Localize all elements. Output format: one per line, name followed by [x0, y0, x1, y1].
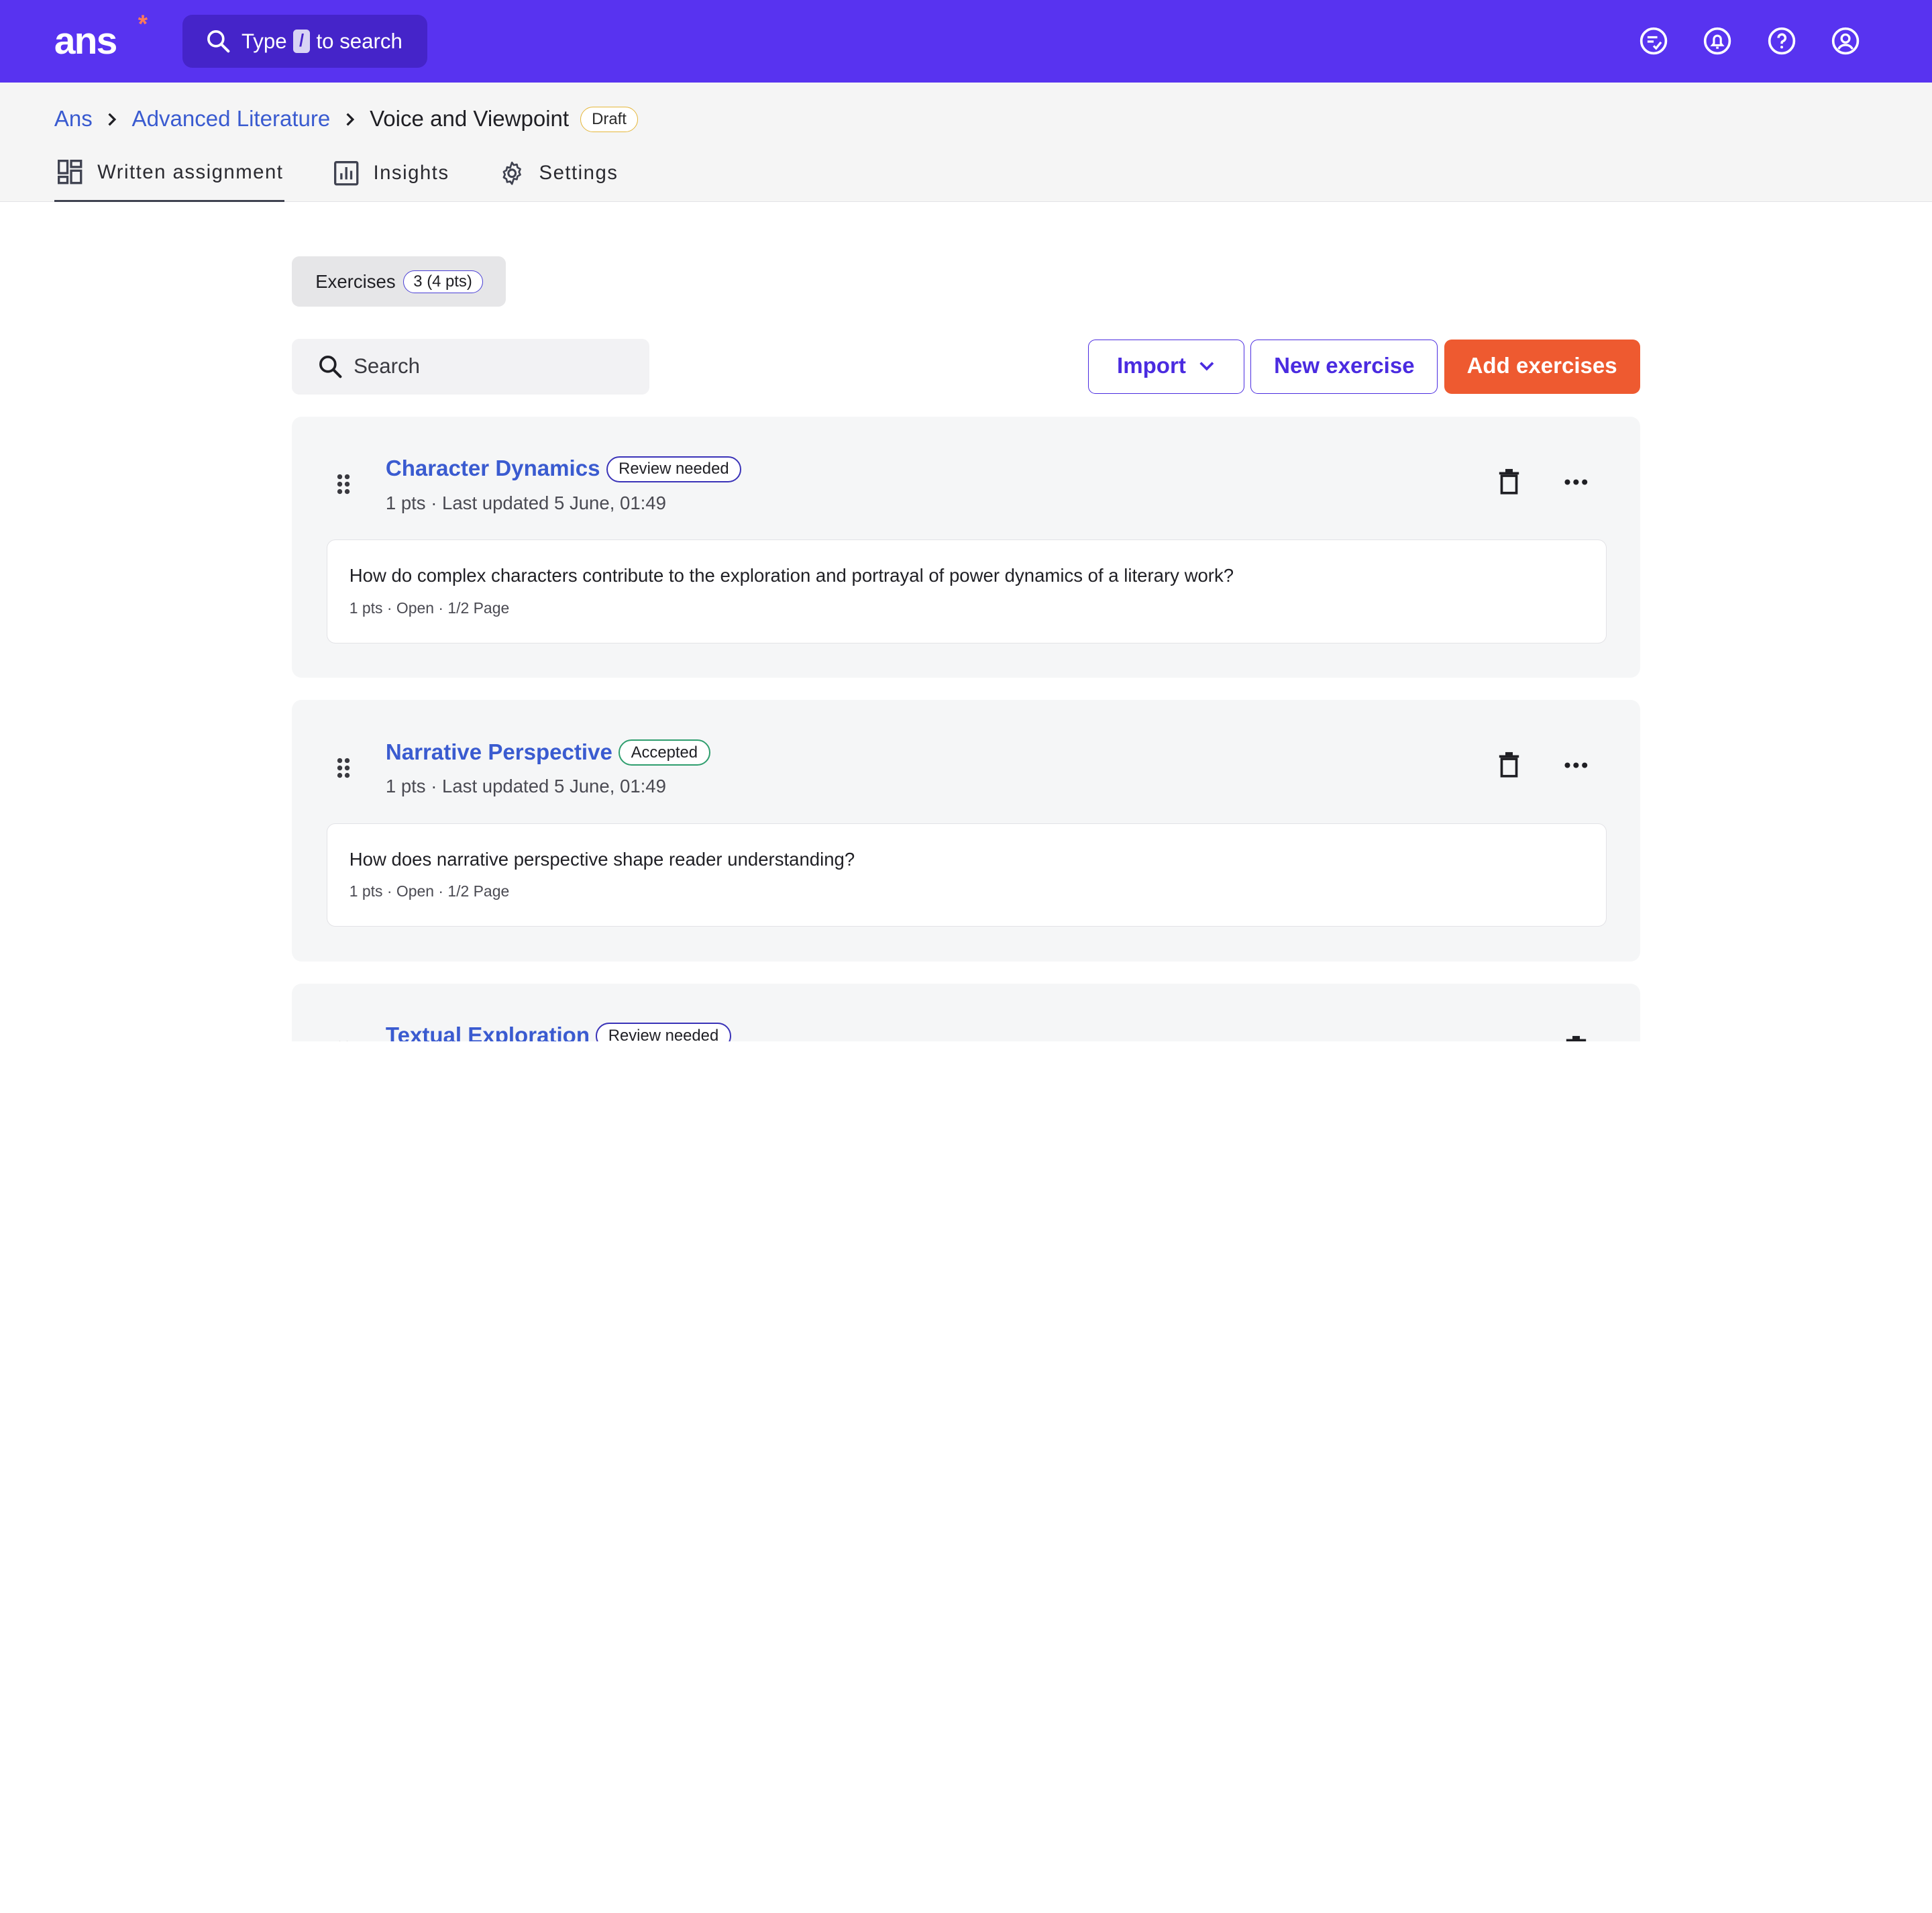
sub-header: Ans Advanced Literature Voice and Viewpo…	[0, 83, 1932, 202]
question-text: How do complex characters contribute to …	[350, 565, 1584, 586]
top-bar: ans* Type / to search	[0, 0, 1932, 83]
trash-icon[interactable]	[1496, 752, 1523, 778]
search-input[interactable]	[354, 354, 625, 378]
exercise-title-block: Textual Exploration Review needed	[386, 1023, 731, 1041]
tab-insights[interactable]: Insights	[330, 156, 450, 202]
search-icon	[205, 28, 231, 54]
chevron-down-icon	[1198, 360, 1216, 372]
question-item[interactable]: How does narrative perspective shape rea…	[327, 823, 1607, 927]
exercise-title[interactable]: Textual Exploration	[386, 1023, 590, 1041]
search-suffix: to search	[316, 30, 402, 54]
tab-label: Insights	[373, 162, 449, 185]
exercise-actions	[1496, 468, 1590, 495]
exercise-title-block: Narrative Perspective Accepted 1 pts · L…	[386, 739, 710, 797]
chevron-right-icon	[344, 112, 356, 127]
tasks-icon[interactable]	[1639, 26, 1668, 56]
drag-handle-icon[interactable]	[336, 473, 361, 501]
status-badge: Accepted	[619, 739, 710, 766]
tab-label: Settings	[539, 162, 619, 185]
status-badge: Draft	[580, 107, 639, 132]
exercises-chip-label: Exercises	[315, 271, 395, 293]
dashboard-icon	[56, 158, 83, 185]
action-buttons: Import New exercise Add exercises	[1088, 340, 1640, 394]
ans-logo[interactable]: ans*	[54, 22, 153, 60]
drag-handle-icon[interactable]	[336, 757, 361, 784]
exercise-title[interactable]: Narrative Perspective	[386, 740, 612, 766]
main-content: Exercises 3 (4 pts) Import New exercise …	[292, 256, 1640, 1041]
gear-icon	[498, 160, 525, 187]
tab-written-assignment[interactable]: Written assignment	[54, 156, 284, 202]
exercise-meta: 1 pts · Last updated 5 June, 01:49	[386, 776, 710, 797]
exercise-meta: 1 pts · Last updated 5 June, 01:49	[386, 493, 741, 514]
search-icon	[317, 353, 343, 380]
question-meta: 1 pts · Open · 1/2 Page	[350, 599, 1584, 617]
exercise-actions	[1562, 1035, 1589, 1041]
exercise-card-header: Textual Exploration Review needed	[327, 984, 1607, 1041]
more-options-icon[interactable]	[1562, 752, 1589, 778]
exercise-card-header: Narrative Perspective Accepted 1 pts · L…	[327, 700, 1607, 823]
logo-asterisk: *	[138, 12, 146, 37]
page: ans* Type / to search Ans	[0, 0, 1932, 1041]
exercises-filter-chip[interactable]: Exercises 3 (4 pts)	[292, 256, 506, 307]
search-prefix: Type	[241, 30, 287, 54]
logo-text: ans	[54, 19, 117, 62]
search-shortcut-key: /	[293, 30, 311, 53]
status-badge: Review needed	[606, 456, 742, 482]
top-bar-icons	[1639, 26, 1861, 56]
exercise-card: Textual Exploration Review needed	[292, 984, 1640, 1041]
exercise-actions	[1496, 752, 1590, 778]
tab-bar: Written assignment Insights Settings	[54, 156, 1878, 202]
question-item[interactable]: How do complex characters contribute to …	[327, 539, 1607, 643]
trash-icon[interactable]	[1496, 468, 1523, 495]
exercise-card: Narrative Perspective Accepted 1 pts · L…	[292, 700, 1640, 961]
account-icon[interactable]	[1831, 26, 1860, 56]
tab-settings[interactable]: Settings	[496, 156, 619, 202]
question-meta: 1 pts · Open · 1/2 Page	[350, 882, 1584, 900]
exercise-title-block: Character Dynamics Review needed 1 pts ·…	[386, 456, 741, 514]
import-label: Import	[1117, 354, 1186, 379]
help-icon[interactable]	[1767, 26, 1796, 56]
breadcrumb-current: Voice and Viewpoint	[370, 107, 569, 132]
chart-icon	[333, 160, 360, 187]
global-search[interactable]: Type / to search	[182, 15, 428, 68]
add-exercises-button[interactable]: Add exercises	[1444, 340, 1640, 394]
tab-label: Written assignment	[97, 161, 283, 184]
action-row: Import New exercise Add exercises	[292, 339, 1640, 395]
exercise-card-header: Character Dynamics Review needed 1 pts ·…	[327, 417, 1607, 540]
question-text: How does narrative perspective shape rea…	[350, 849, 1584, 870]
trash-icon[interactable]	[1562, 1035, 1589, 1041]
exercises-count-badge: 3 (4 pts)	[403, 270, 483, 293]
breadcrumb: Ans Advanced Literature Voice and Viewpo…	[54, 83, 1878, 156]
exercise-title[interactable]: Character Dynamics	[386, 456, 600, 482]
import-button[interactable]: Import	[1088, 340, 1244, 394]
new-exercise-button[interactable]: New exercise	[1250, 340, 1438, 394]
status-badge: Review needed	[596, 1023, 731, 1041]
breadcrumb-root[interactable]: Ans	[54, 107, 93, 132]
exercise-card: Character Dynamics Review needed 1 pts ·…	[292, 417, 1640, 678]
more-options-icon[interactable]	[1562, 468, 1589, 495]
chevron-right-icon	[106, 112, 118, 127]
notification-bell-icon[interactable]	[1703, 26, 1732, 56]
breadcrumb-course[interactable]: Advanced Literature	[132, 107, 331, 132]
exercise-search[interactable]	[292, 339, 649, 395]
